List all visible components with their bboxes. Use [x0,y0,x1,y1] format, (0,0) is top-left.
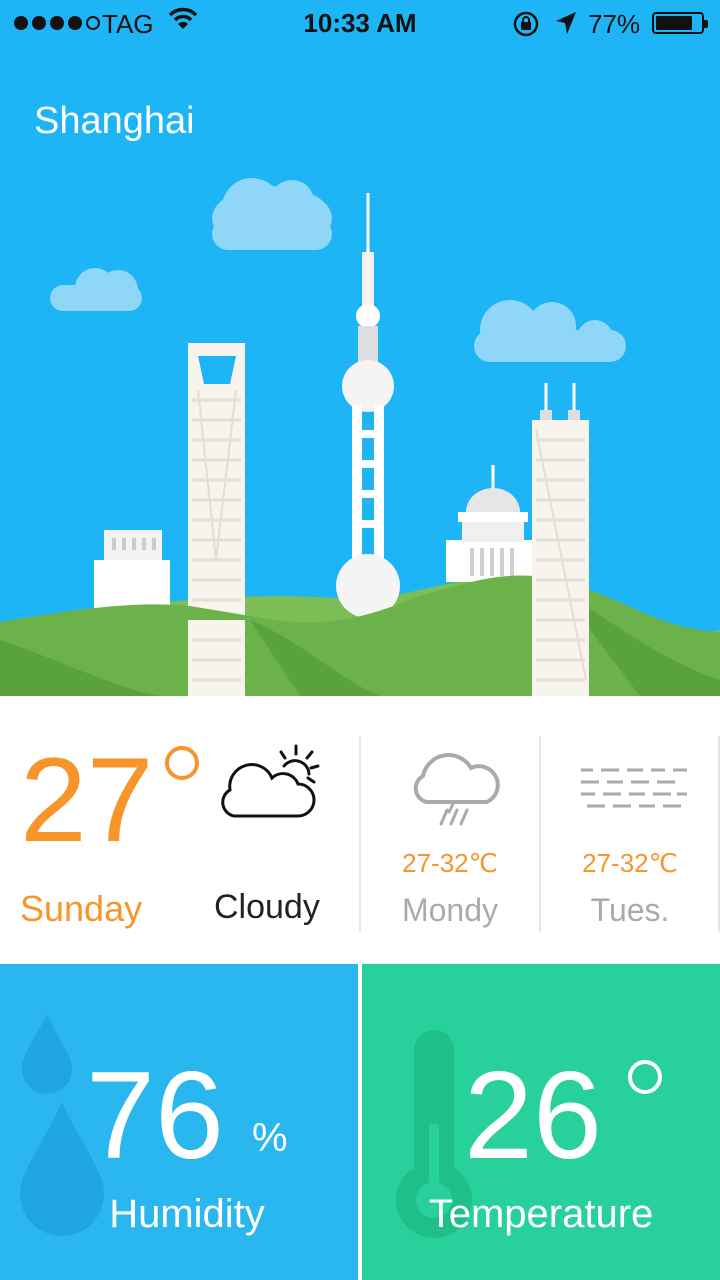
city-name: Shanghai [34,100,195,142]
cloud-icon [212,178,332,250]
temperature-value: 26 [464,1047,602,1185]
rain-icon [413,753,500,826]
forecast-range: 27-32℃ [402,848,498,878]
degree-symbol [628,1060,662,1094]
degree-symbol [165,746,199,780]
battery-percent: 77% [588,9,641,39]
rotation-lock-icon [513,11,539,37]
battery-icon [652,12,708,34]
location-arrow-icon [556,12,576,34]
humidity-value: 76 [86,1047,224,1185]
forecast-day-name: Tues. [590,892,670,928]
temperature-panel[interactable]: 26 Temperature [362,964,720,1280]
today-condition: Cloudy [214,888,320,926]
humidity-unit: % [252,1116,288,1160]
oriental-pearl-tower [336,193,400,618]
humidity-panel[interactable]: 76 % Humidity [0,964,358,1280]
domed-building [446,465,532,582]
temperature-label: Temperature [428,1192,654,1236]
today-day: Sunday [20,888,143,929]
forecast-day-name: Mondy [401,892,499,928]
fog-icon [581,768,687,808]
jin-mao-tower [532,383,589,696]
forecast-range: 27-32℃ [582,848,678,878]
hero-illustration: Shanghai [0,0,720,696]
humidity-label: Humidity [109,1192,265,1236]
status-bar: TAG 10:33 AM 77% [0,0,720,48]
cloudy-sun-icon [221,744,320,818]
today-temperature: 27 [20,733,154,867]
